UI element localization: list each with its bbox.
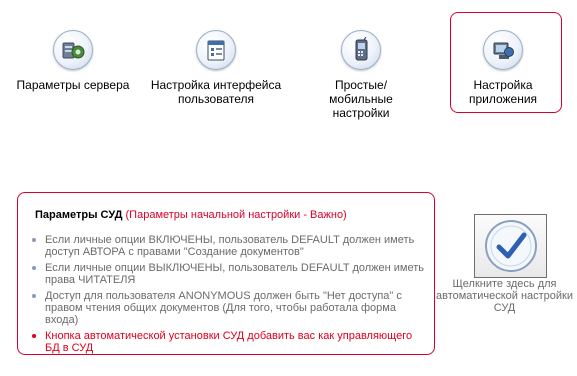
panel-header: Параметры СУД (Параметры начальной настр… [35, 209, 347, 221]
nav-server-settings-label: Параметры сервера [16, 78, 130, 92]
settings-list: Если личные опции ВКЛЮЧЕНЫ, пользователь… [28, 234, 428, 358]
nav-mobile-settings[interactable]: Простые/мобильные настройки [294, 30, 428, 120]
ui-settings-icon [196, 30, 236, 70]
auto-setup-button[interactable] [474, 214, 547, 278]
mobile-phone-icon [341, 30, 381, 70]
nav-server-settings[interactable]: Параметры сервера [8, 30, 138, 92]
list-item: Доступ для пользователя ANONYMOUS должен… [28, 290, 428, 326]
dms-settings-panel: Параметры СУД (Параметры начальной настр… [17, 192, 435, 355]
auto-setup-caption: Щелкните здесь для автоматической настро… [435, 278, 574, 314]
nav-ui-settings[interactable]: Настройка интерфейса пользователя [146, 30, 286, 106]
panel-title: Параметры СУД [35, 209, 123, 221]
list-item: Кнопка автоматической установки СУД доба… [28, 330, 428, 354]
nav-mobile-settings-label: Простые/мобильные настройки [329, 78, 393, 120]
list-item: Если личные опции ВЫКЛЮЧЕНЫ, пользовател… [28, 262, 428, 286]
panel-subtitle: (Параметры начальной настройки - Важно) [125, 209, 347, 221]
server-settings-icon [53, 30, 93, 70]
nav-ui-settings-label: Настройка интерфейса пользователя [150, 78, 282, 106]
selection-highlight [450, 12, 562, 113]
checkmark-icon [484, 220, 537, 272]
list-item: Если личные опции ВКЛЮЧЕНЫ, пользователь… [28, 234, 428, 258]
